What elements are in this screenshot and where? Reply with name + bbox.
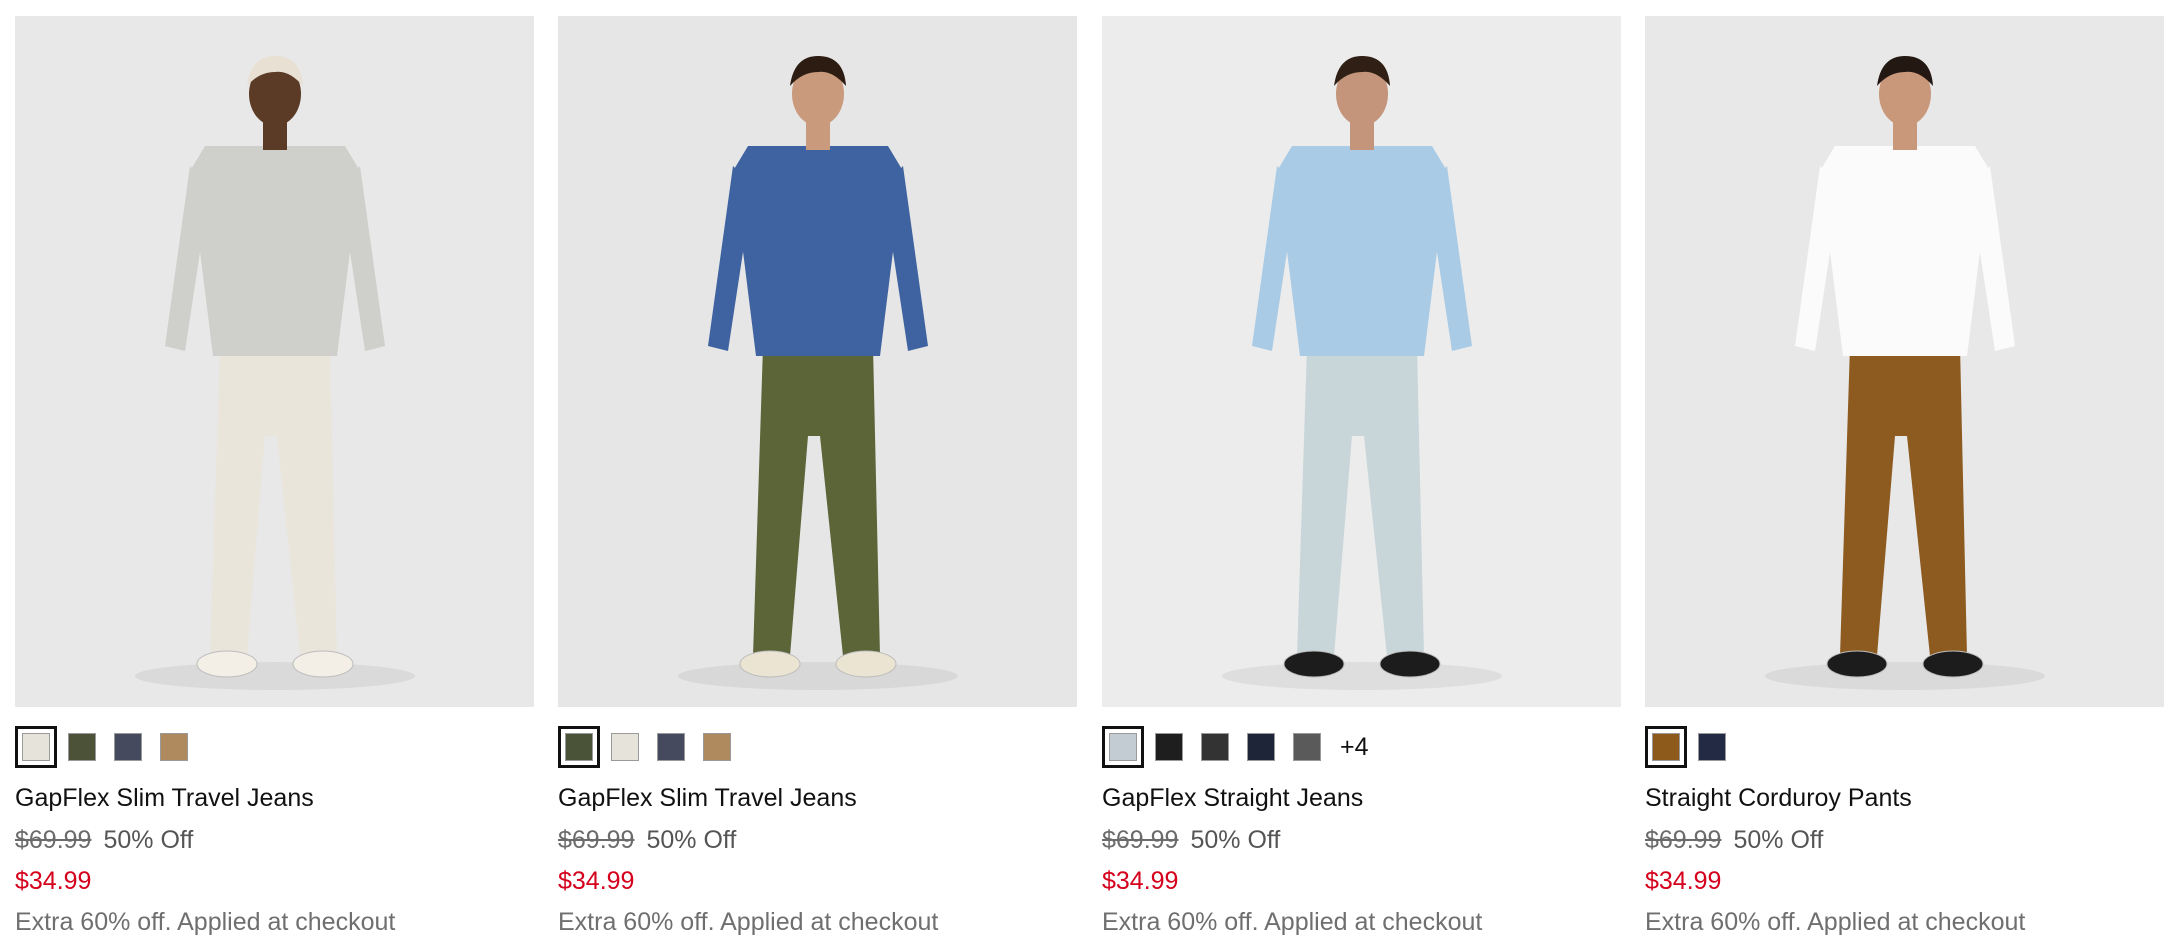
price-row: $69.99 50% Off bbox=[558, 826, 1077, 855]
sale-price: $34.99 bbox=[15, 867, 92, 895]
color-swatch[interactable] bbox=[1102, 726, 1144, 768]
product-card: Straight Corduroy Pants $69.99 50% Off $3… bbox=[1645, 16, 2164, 937]
price-row: $69.99 50% Off bbox=[15, 826, 534, 855]
swatch-chip bbox=[1109, 733, 1137, 761]
promo-text: Extra 60% off. Applied at checkout bbox=[15, 908, 396, 936]
torso bbox=[190, 146, 360, 356]
original-price: $69.99 bbox=[1102, 826, 1179, 854]
discount-label: 50% Off bbox=[103, 826, 194, 854]
original-price: $69.99 bbox=[15, 826, 92, 854]
product-image[interactable] bbox=[15, 16, 534, 707]
color-swatches: +4 bbox=[1102, 726, 1621, 768]
color-swatch[interactable] bbox=[107, 726, 149, 768]
color-swatch[interactable] bbox=[1645, 726, 1687, 768]
color-swatch[interactable] bbox=[1148, 726, 1190, 768]
color-swatch[interactable] bbox=[696, 726, 738, 768]
left-shoe bbox=[196, 650, 258, 678]
torso bbox=[1277, 146, 1447, 356]
sale-price: $34.99 bbox=[1645, 867, 1722, 895]
swatch-chip bbox=[611, 733, 639, 761]
swatch-chip bbox=[1698, 733, 1726, 761]
product-card: +4 GapFlex Straight Jeans $69.99 50% Off … bbox=[1102, 16, 1621, 937]
promo-text: Extra 60% off. Applied at checkout bbox=[1102, 908, 1483, 936]
color-swatch[interactable] bbox=[15, 726, 57, 768]
floor-shadow bbox=[135, 662, 415, 690]
torso bbox=[733, 146, 903, 356]
swatch-chip bbox=[68, 733, 96, 761]
color-swatch[interactable] bbox=[61, 726, 103, 768]
torso bbox=[1820, 146, 1990, 356]
color-swatch[interactable] bbox=[153, 726, 195, 768]
color-swatch[interactable] bbox=[604, 726, 646, 768]
swatch-chip bbox=[1293, 733, 1321, 761]
product-image[interactable] bbox=[558, 16, 1077, 707]
model-photo bbox=[1645, 16, 2164, 707]
swatch-chip bbox=[657, 733, 685, 761]
price-row: $69.99 50% Off bbox=[1102, 826, 1621, 855]
sale-price: $34.99 bbox=[558, 867, 635, 895]
product-card: GapFlex Slim Travel Jeans $69.99 50% Off … bbox=[558, 16, 1077, 937]
swatch-chip bbox=[1201, 733, 1229, 761]
product-grid: GapFlex Slim Travel Jeans $69.99 50% Off … bbox=[0, 0, 2176, 947]
right-shoe bbox=[292, 650, 354, 678]
left-shoe bbox=[1826, 650, 1888, 678]
right-shoe bbox=[1922, 650, 1984, 678]
color-swatches bbox=[558, 726, 1077, 768]
swatch-chip bbox=[565, 733, 593, 761]
promo-text: Extra 60% off. Applied at checkout bbox=[558, 908, 939, 936]
left-shoe bbox=[739, 650, 801, 678]
right-shoe bbox=[835, 650, 897, 678]
swatch-chip bbox=[160, 733, 188, 761]
color-swatch[interactable] bbox=[1194, 726, 1236, 768]
color-swatch[interactable] bbox=[1240, 726, 1282, 768]
color-swatches bbox=[1645, 726, 2164, 768]
swatch-chip bbox=[22, 733, 50, 761]
color-swatch[interactable] bbox=[1286, 726, 1328, 768]
sale-price: $34.99 bbox=[1102, 867, 1179, 895]
model-photo bbox=[15, 16, 534, 707]
discount-label: 50% Off bbox=[1190, 826, 1281, 854]
promo-text: Extra 60% off. Applied at checkout bbox=[1645, 908, 2026, 936]
floor-shadow bbox=[678, 662, 958, 690]
model-photo bbox=[558, 16, 1077, 707]
right-shoe bbox=[1379, 650, 1441, 678]
color-swatch[interactable] bbox=[558, 726, 600, 768]
color-swatch[interactable] bbox=[650, 726, 692, 768]
discount-label: 50% Off bbox=[1733, 826, 1824, 854]
model-photo bbox=[1102, 16, 1621, 707]
product-image[interactable] bbox=[1102, 16, 1621, 707]
product-name[interactable]: GapFlex Slim Travel Jeans bbox=[15, 784, 534, 813]
swatch-chip bbox=[1652, 733, 1680, 761]
more-colors-link[interactable]: +4 bbox=[1340, 733, 1369, 762]
product-name[interactable]: GapFlex Straight Jeans bbox=[1102, 784, 1621, 813]
swatch-chip bbox=[1155, 733, 1183, 761]
floor-shadow bbox=[1765, 662, 2045, 690]
discount-label: 50% Off bbox=[646, 826, 737, 854]
left-shoe bbox=[1283, 650, 1345, 678]
color-swatches bbox=[15, 726, 534, 768]
floor-shadow bbox=[1222, 662, 1502, 690]
product-name[interactable]: GapFlex Slim Travel Jeans bbox=[558, 784, 1077, 813]
product-card: GapFlex Slim Travel Jeans $69.99 50% Off … bbox=[15, 16, 534, 937]
color-swatch[interactable] bbox=[1691, 726, 1733, 768]
original-price: $69.99 bbox=[1645, 826, 1722, 854]
price-row: $69.99 50% Off bbox=[1645, 826, 2164, 855]
swatch-chip bbox=[1247, 733, 1275, 761]
product-name[interactable]: Straight Corduroy Pants bbox=[1645, 784, 2164, 813]
original-price: $69.99 bbox=[558, 826, 635, 854]
swatch-chip bbox=[703, 733, 731, 761]
product-image[interactable] bbox=[1645, 16, 2164, 707]
swatch-chip bbox=[114, 733, 142, 761]
